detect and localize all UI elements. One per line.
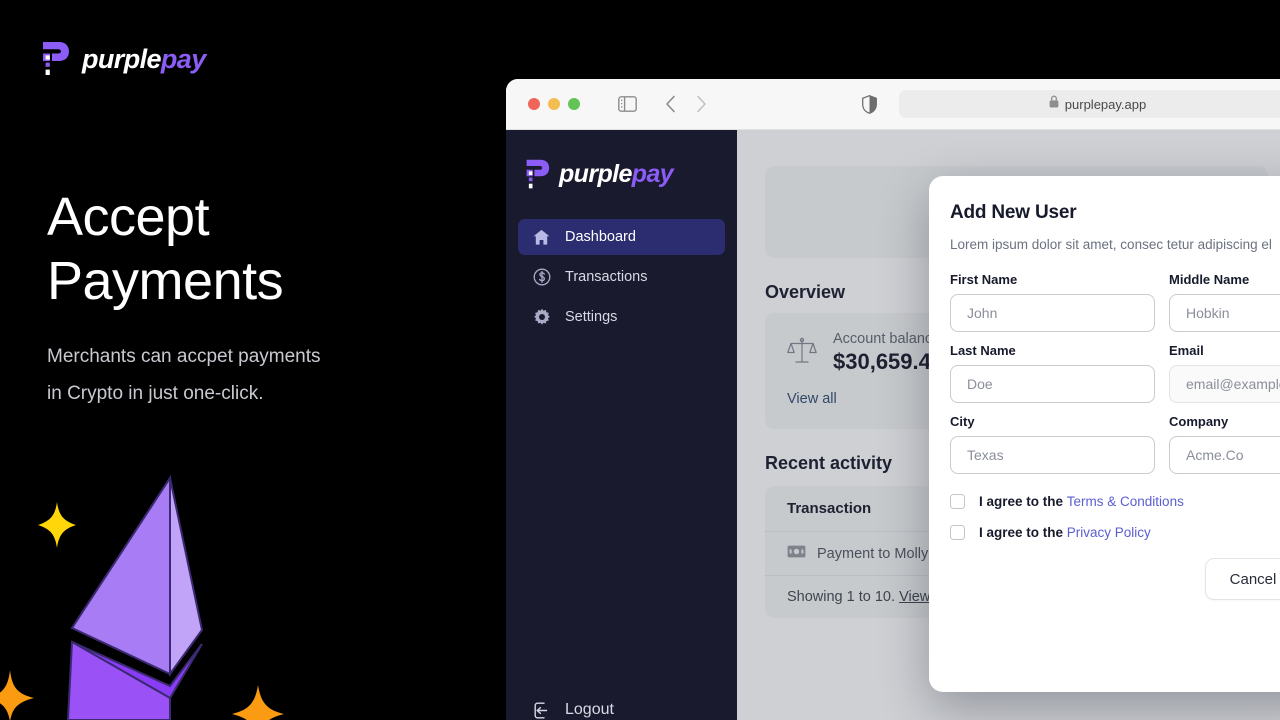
sidebar-item-logout-label: Logout: [565, 701, 614, 718]
close-window-icon[interactable]: [528, 98, 540, 110]
field-last-name-label: Last Name: [950, 343, 1016, 358]
sparkle-star-icon: [232, 685, 284, 720]
screenshot-root: purplepay Accept Payments Merchants can …: [0, 0, 1280, 720]
sidebar-item-settings[interactable]: Settings: [518, 299, 725, 335]
purplepay-p-mark-icon: [40, 40, 70, 78]
app-sidebar-logo[interactable]: purplepay: [506, 130, 737, 191]
activity-footer-text: Showing 1 to 10.: [787, 589, 896, 605]
field-company-label: Company: [1169, 414, 1229, 429]
logout-icon: [532, 701, 551, 720]
window-traffic-lights[interactable]: [528, 98, 580, 110]
gear-icon: [532, 308, 551, 327]
sidebar-item-transactions-label: Transactions: [565, 269, 648, 285]
agreement-terms-row[interactable]: I agree to the Terms & Conditions: [950, 494, 1280, 509]
sidebar-toggle-icon[interactable]: [618, 96, 637, 112]
chevron-right-icon[interactable]: [696, 95, 707, 113]
privacy-checkbox[interactable]: [950, 525, 965, 540]
agreement-terms-prefix: I agree to the: [979, 494, 1067, 509]
field-company: Company Acme.Co: [1169, 414, 1280, 474]
account-balance-amount: $30,659.45: [833, 349, 944, 374]
home-icon: [532, 228, 551, 247]
brand-word-purple: purple: [82, 43, 162, 74]
chevron-left-icon[interactable]: [665, 95, 676, 113]
field-first-name-label: First Name: [950, 272, 1018, 287]
terms-and-conditions-link[interactable]: Terms & Conditions: [1067, 494, 1184, 509]
field-last-name: Last Name Doe: [950, 343, 1155, 403]
privacy-policy-link[interactable]: Privacy Policy: [1067, 525, 1151, 540]
hero-headline-line2: Payments: [47, 250, 284, 311]
agreement-privacy-prefix: I agree to the: [979, 525, 1067, 540]
add-user-form: First Name John Middle Name Hobkin Last …: [950, 272, 1280, 474]
add-new-user-modal: Add New User Lorem ipsum dolor sit amet,…: [929, 176, 1280, 692]
sidebar-item-logout[interactable]: Logout: [518, 692, 628, 720]
brand-word-pay: pay: [160, 43, 206, 74]
first-name-input[interactable]: John: [950, 294, 1155, 332]
email-input[interactable]: email@example: [1169, 365, 1280, 403]
hero-decorative-art: [0, 474, 284, 720]
sidebar-nav: Dashboard Transactions Settings: [506, 219, 737, 335]
app-brand-word-purple: purple: [559, 160, 632, 188]
hero-subtitle-line1: Merchants can accpet payments: [47, 346, 321, 367]
browser-toolbar: purplepay.app: [506, 79, 1280, 130]
terms-checkbox[interactable]: [950, 494, 965, 509]
lock-icon: [1049, 95, 1059, 113]
middle-name-input[interactable]: Hobkin: [1169, 294, 1280, 332]
hero-panel: purplepay Accept Payments Merchants can …: [0, 0, 520, 720]
agreement-privacy-label: I agree to the Privacy Policy: [979, 525, 1151, 540]
banknote-icon: [787, 545, 806, 562]
hero-headline-line1: Accept: [47, 187, 210, 247]
hero-subtitle: Merchants can accpet payments in Crypto …: [47, 338, 447, 412]
field-email: Email email@example: [1169, 343, 1280, 403]
modal-title: Add New User: [950, 202, 1077, 223]
field-first-name: First Name John: [950, 272, 1155, 332]
hero-headline: Accept Payments: [47, 186, 284, 313]
field-middle-name: Middle Name Hobkin: [1169, 272, 1280, 332]
zoom-window-icon[interactable]: [568, 98, 580, 110]
field-city: City Texas: [950, 414, 1155, 474]
privacy-shield-icon[interactable]: [862, 94, 877, 114]
city-input[interactable]: Texas: [950, 436, 1155, 474]
brand-logo: purplepay: [40, 40, 206, 78]
last-name-input[interactable]: Doe: [950, 365, 1155, 403]
dollar-circle-icon: [532, 268, 551, 287]
app-sidebar: purplepay Dashboard Transactions Setting…: [506, 130, 737, 720]
sidebar-item-dashboard[interactable]: Dashboard: [518, 219, 725, 255]
modal-description: Lorem ipsum dolor sit amet, consec tetur…: [950, 237, 1272, 252]
modal-action-bar: Cancel: [950, 558, 1280, 600]
address-bar[interactable]: purplepay.app: [899, 90, 1280, 118]
field-city-label: City: [950, 414, 975, 429]
cancel-button[interactable]: Cancel: [1205, 558, 1280, 600]
agreements-group: I agree to the Terms & Conditions I agre…: [950, 494, 1280, 540]
sparkle-star-icon: [0, 670, 34, 720]
purplepay-p-mark-icon: [524, 158, 550, 191]
agreement-terms-label: I agree to the Terms & Conditions: [979, 494, 1184, 509]
address-bar-url: purplepay.app: [1064, 96, 1147, 112]
account-balance-label: Account balance: [833, 331, 941, 347]
sidebar-item-dashboard-label: Dashboard: [565, 229, 636, 245]
field-middle-name-label: Middle Name: [1169, 272, 1250, 287]
field-email-label: Email: [1169, 343, 1204, 358]
minimize-window-icon[interactable]: [548, 98, 560, 110]
activity-row-label: Payment to Molly S: [817, 545, 942, 562]
hero-subtitle-line2: in Crypto in just one-click.: [47, 383, 264, 405]
sparkle-star-icon: [38, 502, 76, 548]
scales-balance-icon: [787, 337, 817, 370]
sidebar-item-transactions[interactable]: Transactions: [518, 259, 725, 295]
ethereum-crystal-icon: [66, 474, 204, 720]
app-brand-word-pay: pay: [631, 160, 674, 188]
company-input[interactable]: Acme.Co: [1169, 436, 1280, 474]
app-sidebar-wordmark: purplepay: [559, 160, 674, 189]
brand-wordmark: purplepay: [82, 44, 206, 75]
agreement-privacy-row[interactable]: I agree to the Privacy Policy: [950, 525, 1280, 540]
sidebar-item-settings-label: Settings: [565, 309, 618, 325]
